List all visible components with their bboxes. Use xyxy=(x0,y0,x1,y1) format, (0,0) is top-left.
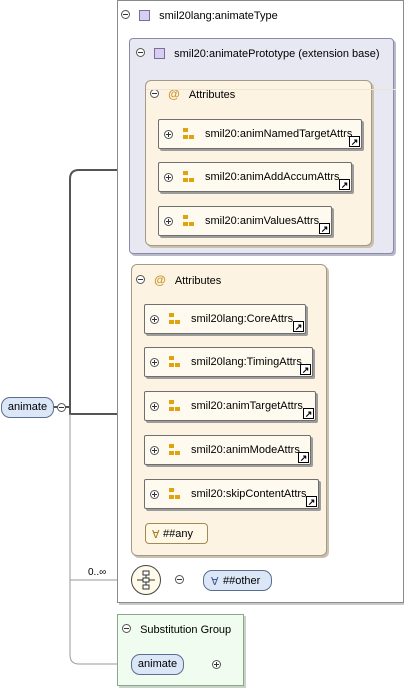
link-icon[interactable]: ↗ xyxy=(293,321,304,332)
attribute-group[interactable]: smil20:animAddAccumAttrs ↗ xyxy=(158,162,352,192)
any-attribute-label: ##any xyxy=(163,528,193,540)
prototype-header: smil20:animatePrototype (extension base) xyxy=(136,46,380,62)
wildcard-icon: ∀ xyxy=(152,529,160,541)
substitution-element[interactable]: animate xyxy=(131,654,184,675)
attribute-group-icon xyxy=(183,128,195,140)
attribute-group[interactable]: smil20lang:TimingAttrs ↗ xyxy=(144,347,313,377)
group-label: smil20lang:TimingAttrs xyxy=(191,356,302,368)
group-label: smil20:animTargetAttrs xyxy=(191,400,303,412)
expand-icon[interactable] xyxy=(150,490,159,499)
at-icon: @ xyxy=(154,273,166,287)
expand-icon[interactable] xyxy=(164,217,173,226)
wildcard-icon: ∀ xyxy=(211,576,219,588)
collapse-icon[interactable] xyxy=(175,575,185,584)
expand-icon[interactable] xyxy=(164,173,173,182)
link-icon[interactable]: ↗ xyxy=(349,136,360,147)
link-icon[interactable]: ↗ xyxy=(306,496,317,507)
collapse-icon[interactable] xyxy=(57,403,66,412)
attribute-group[interactable]: smil20:animModeAttrs ↗ xyxy=(144,435,311,465)
any-attribute[interactable]: ∀ ##any xyxy=(145,523,208,544)
group-label: smil20:skipContentAttrs xyxy=(191,488,307,500)
substitution-group-box: Substitution Group xyxy=(117,614,244,686)
link-icon[interactable]: ↗ xyxy=(300,364,311,375)
attribute-group[interactable]: smil20:animTargetAttrs ↗ xyxy=(144,391,316,421)
attribute-group[interactable]: smil20:animNamedTargetAttrs ↗ xyxy=(158,119,362,149)
sequence-icon xyxy=(137,570,155,590)
attribute-group[interactable]: smil20lang:CoreAttrs ↗ xyxy=(144,304,306,334)
expand-icon[interactable] xyxy=(150,315,159,324)
root-element-label: animate xyxy=(7,401,48,413)
root-element[interactable]: animate xyxy=(1,397,54,418)
collapse-icon[interactable] xyxy=(136,275,145,284)
complex-type-icon xyxy=(154,48,166,59)
expand-icon[interactable] xyxy=(150,402,159,411)
link-icon[interactable]: ↗ xyxy=(303,408,314,419)
type-title: smil20lang:animateType xyxy=(159,10,278,22)
substitution-title: Substitution Group xyxy=(140,624,232,636)
complex-type-icon xyxy=(139,10,151,21)
type-header: smil20lang:animateType xyxy=(121,8,278,24)
expand-icon[interactable] xyxy=(150,358,159,367)
attribute-group[interactable]: smil20:skipContentAttrs ↗ xyxy=(144,479,319,509)
attribute-group-icon xyxy=(183,215,195,227)
attribute-group-icon xyxy=(169,444,181,456)
link-icon[interactable]: ↗ xyxy=(339,179,350,190)
prototype-title: smil20:animatePrototype (extension base) xyxy=(174,48,380,60)
attribute-group-icon xyxy=(169,400,181,412)
link-icon[interactable]: ↗ xyxy=(319,223,330,234)
collapse-icon[interactable] xyxy=(136,48,145,57)
attribute-group-icon xyxy=(183,171,195,183)
link-icon[interactable]: ↗ xyxy=(298,452,309,463)
collapse-icon[interactable] xyxy=(121,10,130,19)
attributes-title: Attributes xyxy=(188,89,236,101)
any-element[interactable]: ∀ ##other xyxy=(203,570,272,591)
cardinality-label: 0..∞ xyxy=(88,567,107,578)
attribute-group-icon xyxy=(169,488,181,500)
group-label: smil20:animNamedTargetAttrs xyxy=(205,128,353,140)
expand-icon[interactable] xyxy=(150,446,159,455)
group-label: smil20:animValuesAttrs xyxy=(205,215,320,227)
attribute-group-icon xyxy=(169,313,181,325)
collapse-icon[interactable] xyxy=(150,89,159,98)
attributes-title: Attributes xyxy=(174,275,222,287)
attributes-header: @ Attributes xyxy=(136,272,221,288)
group-label: smil20lang:CoreAttrs xyxy=(191,313,294,325)
substitution-header: Substitution Group xyxy=(122,622,231,638)
substitution-element-label: animate xyxy=(137,658,178,670)
group-label: smil20:animAddAccumAttrs xyxy=(205,171,340,183)
attribute-group-icon xyxy=(169,356,181,368)
expand-icon[interactable] xyxy=(164,130,173,139)
any-element-label: ##other xyxy=(223,575,261,587)
group-label: smil20:animModeAttrs xyxy=(191,444,300,456)
sequence-compositor[interactable] xyxy=(131,565,161,595)
attribute-group[interactable]: smil20:animValuesAttrs ↗ xyxy=(158,206,332,236)
collapse-icon[interactable] xyxy=(122,624,131,633)
